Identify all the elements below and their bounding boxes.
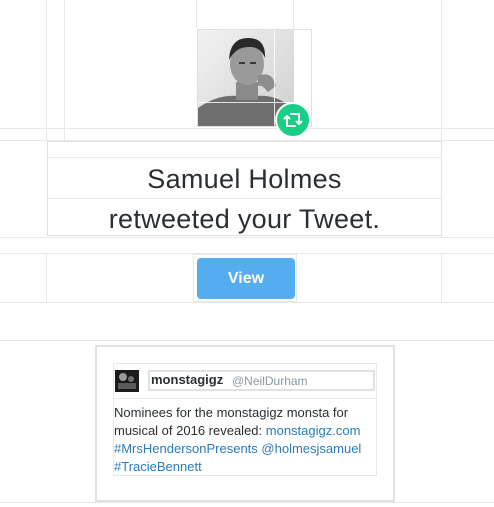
grid-line [113,363,376,364]
hashtag-link[interactable]: #TracieBennett [114,459,202,474]
tweet-author-name[interactable]: monstagigz [151,372,223,387]
grid-line [0,340,494,341]
retweet-badge [275,102,311,138]
grid-line [113,398,376,399]
retweet-icon [283,113,303,127]
notification-actor: Samuel Holmes [147,164,342,194]
grid-line [441,253,442,303]
tweet-author-handle[interactable]: @NeilDurham [232,374,308,388]
mention-link[interactable]: @holmesjsamuel [261,441,361,456]
grid-line [0,237,494,238]
grid-line [64,0,65,141]
grid-line [0,302,494,303]
grid-line [46,253,47,303]
tweet-link[interactable]: monstagigz.com [266,423,361,438]
tweet-text: Nominees for the monstagigz monsta for m… [114,404,376,476]
grid-line [441,0,442,141]
grid-line [48,198,441,199]
tweet-author-avatar[interactable] [115,370,139,392]
author-avatar-image [115,370,139,392]
grid-line [0,128,494,129]
grid-line [46,0,47,141]
grid-line [48,157,441,158]
grid-line [293,0,294,28]
hashtag-link[interactable]: #MrsHendersonPresents [114,441,258,456]
notification-action: retweeted your Tweet. [108,204,381,234]
notification-headline: Samuel Holmes retweeted your Tweet. [47,141,442,236]
grid-line [376,363,377,476]
grid-line [196,0,197,28]
grid-line [0,502,494,503]
view-button[interactable]: View [197,258,295,299]
